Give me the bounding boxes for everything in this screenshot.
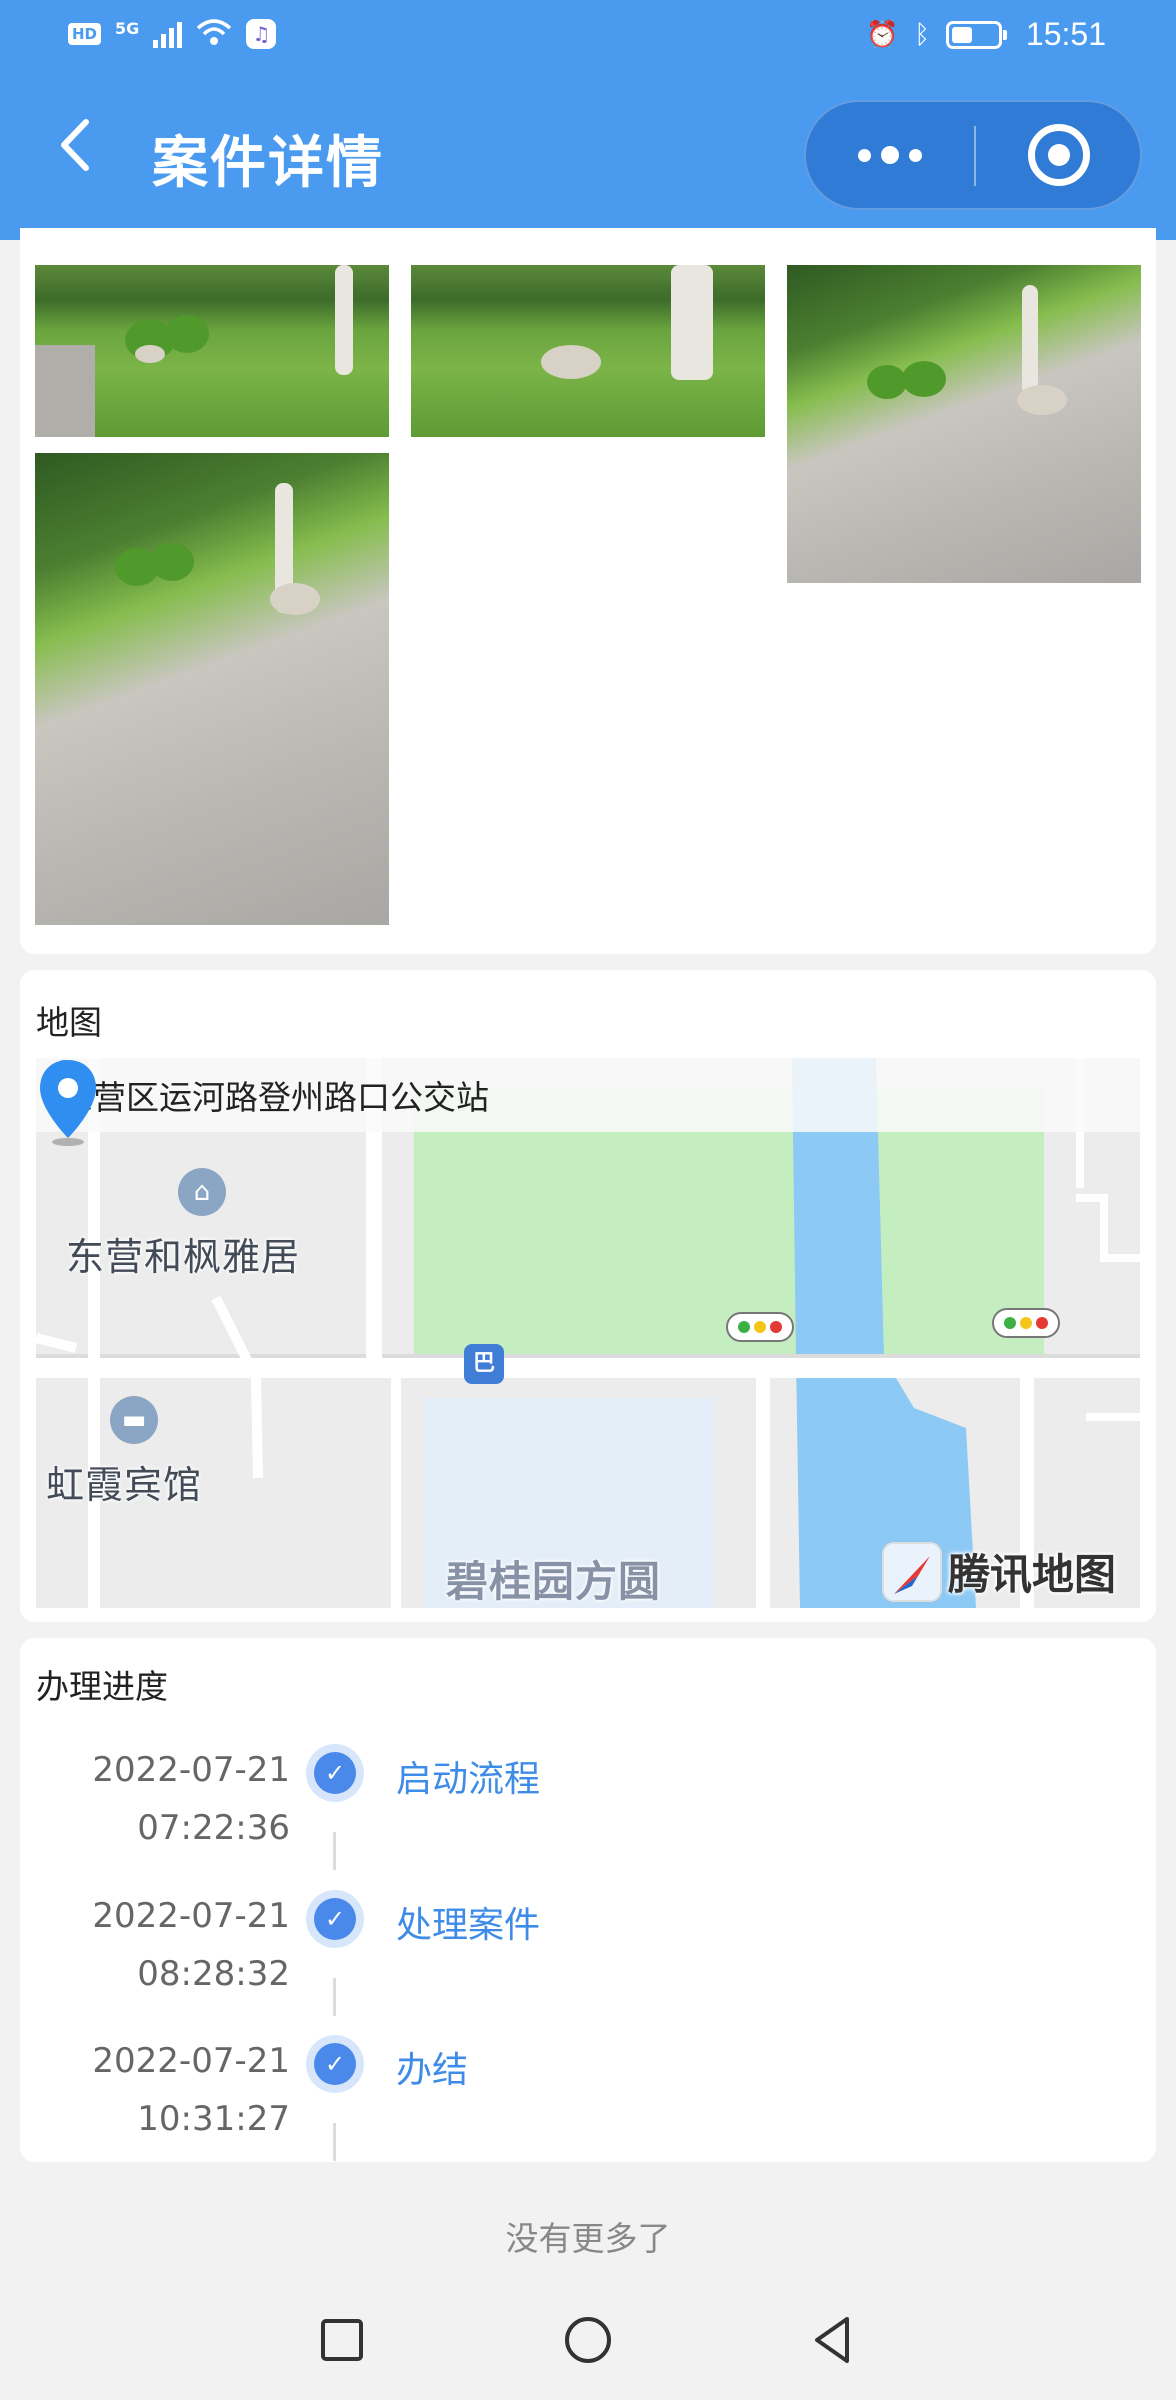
circle-icon xyxy=(565,2317,611,2363)
chevron-left-icon xyxy=(61,119,89,171)
timeline-item: 2022-07-21 08:28:32 ✓ 处理案件 xyxy=(20,1890,1156,2042)
progress-section-title: 办理进度 xyxy=(36,1667,168,1706)
map-view[interactable]: 东营区运河路登州路口公交站 ⌂ 东营和枫雅居 ▬ 虹霞宾馆 碧桂园方圆 巴 腾讯… xyxy=(36,1058,1140,1608)
wifi-icon xyxy=(196,18,232,50)
back-button[interactable] xyxy=(44,110,114,180)
map-card: 地图 东营区运河路登州路口公交站 ⌂ 东营和枫雅居 ▬ 虹霞宾馆 碧桂园方圆 巴… xyxy=(20,970,1156,1622)
target-icon xyxy=(1028,124,1090,186)
battery-level xyxy=(951,26,972,43)
map-address-bar: 东营区运河路登州路口公交站 xyxy=(36,1058,1140,1132)
step-label[interactable]: 办结 xyxy=(396,2041,468,2093)
back-nav-button[interactable] xyxy=(792,2300,872,2380)
bluetooth-icon: ᛒ xyxy=(914,19,930,50)
case-photo-4[interactable] xyxy=(35,453,389,925)
traffic-light-icon xyxy=(992,1308,1060,1338)
hd-icon: HD xyxy=(68,23,102,45)
progress-card: 办理进度 2022-07-21 07:22:36 ✓ 启动流程 2022-07-… xyxy=(20,1638,1156,2162)
traffic-light-icon xyxy=(726,1312,794,1342)
step-label[interactable]: 处理案件 xyxy=(396,1896,540,1948)
close-miniprogram-button[interactable] xyxy=(976,102,1142,208)
map-place-label[interactable]: 碧桂园方圆 xyxy=(446,1548,661,1608)
step-check-icon: ✓ xyxy=(306,2035,364,2093)
map-brand: 腾讯地图 xyxy=(881,1541,1116,1602)
status-left: HD 5G ♫ xyxy=(68,18,277,50)
clock: 15:51 xyxy=(1025,16,1106,52)
home-button[interactable] xyxy=(548,2300,628,2380)
alarm-icon: ⏰ xyxy=(865,19,899,50)
map-marker-icon[interactable] xyxy=(36,1058,100,1148)
nav-bar: 案件详情 xyxy=(0,88,1176,228)
step-label[interactable]: 启动流程 xyxy=(396,1750,540,1802)
top-bar: HD 5G ♫ ⏰ ᛒ 15:51 案件详情 xyxy=(0,0,1176,240)
timeline-item: 2022-07-21 10:31:27 ✓ 办结 xyxy=(20,2035,1156,2187)
map-section-title: 地图 xyxy=(36,1003,102,1042)
bus-stop-icon[interactable]: 巴 xyxy=(464,1344,504,1384)
case-photo-3[interactable] xyxy=(787,265,1141,583)
map-place-label[interactable]: 虹霞宾馆 xyxy=(46,1454,202,1509)
step-time: 10:31:27 xyxy=(137,2099,290,2139)
case-photo-2[interactable] xyxy=(411,265,765,437)
timeline-item: 2022-07-21 07:22:36 ✓ 启动流程 xyxy=(20,1744,1156,1896)
triangle-back-icon xyxy=(815,2317,849,2363)
map-address: 东营区运河路登州路口公交站 xyxy=(60,1078,489,1117)
tencent-map-logo-icon xyxy=(881,1541,942,1602)
signal-icon xyxy=(153,20,183,48)
no-more-text: 没有更多了 xyxy=(505,2219,671,2258)
page-title: 案件详情 xyxy=(152,131,384,196)
system-nav-bar xyxy=(0,2280,1176,2400)
step-date: 2022-07-21 xyxy=(92,1896,290,1936)
map-place-label[interactable]: 东营和枫雅居 xyxy=(66,1226,300,1281)
case-photo-1[interactable] xyxy=(35,265,389,437)
map-tiles xyxy=(36,1058,1140,1608)
hotel-poi-icon[interactable]: ▬ xyxy=(110,1396,158,1444)
status-right: ⏰ ᛒ 15:51 xyxy=(866,16,1106,53)
recent-apps-button[interactable] xyxy=(302,2300,382,2380)
step-check-icon: ✓ xyxy=(306,1744,364,1802)
more-menu-button[interactable] xyxy=(806,102,974,208)
battery-icon xyxy=(945,20,1007,49)
miniprogram-capsule xyxy=(804,100,1142,210)
home-poi-icon[interactable]: ⌂ xyxy=(178,1168,226,1216)
step-date: 2022-07-21 xyxy=(92,2041,290,2081)
timeline-connector xyxy=(333,2123,336,2161)
map-brand-name: 腾讯地图 xyxy=(947,1550,1116,1599)
app-root: HD 5G ♫ ⏰ ᛒ 15:51 案件详情 地图 东营区运河路登州路口公交站 … xyxy=(0,0,1176,2400)
step-time: 08:28:32 xyxy=(137,1954,290,1994)
square-icon xyxy=(321,2319,363,2361)
photos-card xyxy=(20,228,1156,954)
timeline-connector xyxy=(333,1832,336,1870)
status-bar: HD 5G ♫ ⏰ ᛒ 15:51 xyxy=(0,0,1176,72)
network-type: 5G xyxy=(115,19,140,38)
step-time: 07:22:36 xyxy=(137,1808,290,1848)
step-date: 2022-07-21 xyxy=(92,1750,290,1790)
music-app-icon: ♫ xyxy=(246,19,277,49)
step-check-icon: ✓ xyxy=(306,1890,364,1948)
timeline-connector xyxy=(333,1978,336,2016)
